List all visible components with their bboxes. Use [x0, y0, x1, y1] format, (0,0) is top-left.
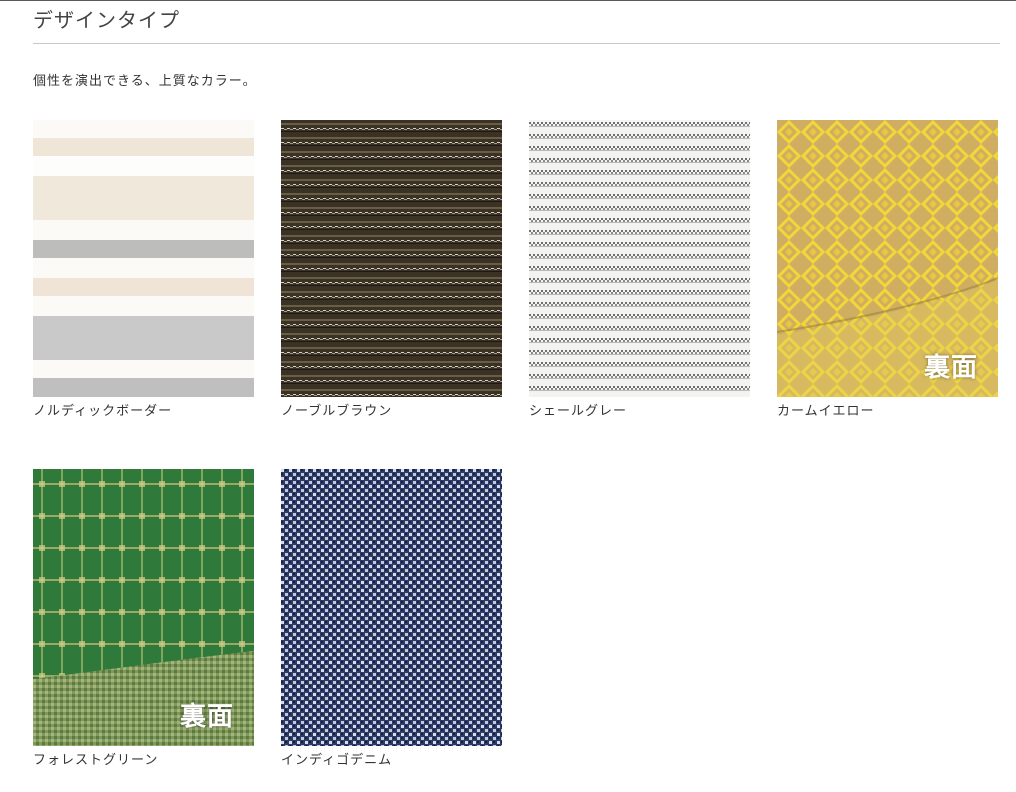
swatch-label: ノルディックボーダー: [33, 404, 173, 419]
section-lead-text: 個性を演出できる、上質なカラー。: [33, 74, 257, 89]
reverse-side-badge: 裏面: [923, 353, 978, 383]
swatch-image-indigo-denim[interactable]: [281, 469, 502, 746]
section-title: デザインタイプ: [33, 8, 180, 32]
swatch-label: ノーブルブラウン: [281, 404, 393, 419]
swatch-image-shale-gray[interactable]: [529, 120, 750, 397]
swatch-tile-noble-brown[interactable]: ノーブルブラウン: [281, 120, 502, 421]
swatch-image-nordic-border[interactable]: [33, 120, 254, 397]
swatch-label: インディゴデニム: [281, 753, 393, 768]
swatch-tile-indigo-denim[interactable]: インディゴデニム: [281, 469, 502, 770]
swatch-tile-shale-gray[interactable]: シェールグレー: [529, 120, 750, 421]
swatch-label: フォレストグリーン: [33, 753, 159, 768]
swatch-image-noble-brown[interactable]: [281, 120, 502, 397]
swatch-tile-forest-green[interactable]: 裏面 フォレストグリーン: [33, 469, 254, 770]
swatch-label: シェールグレー: [529, 404, 628, 419]
swatch-tile-nordic-border[interactable]: ノルディックボーダー: [33, 120, 254, 421]
top-border: [0, 0, 1016, 1]
swatch-image-calm-yellow[interactable]: 裏面: [777, 120, 998, 397]
swatch-image-forest-green[interactable]: 裏面: [33, 469, 254, 746]
title-divider: [33, 43, 1000, 44]
reverse-side-badge: 裏面: [179, 702, 234, 732]
swatch-label: カームイエロー: [777, 404, 875, 419]
swatch-tile-calm-yellow[interactable]: 裏面 カームイエロー: [777, 120, 998, 421]
